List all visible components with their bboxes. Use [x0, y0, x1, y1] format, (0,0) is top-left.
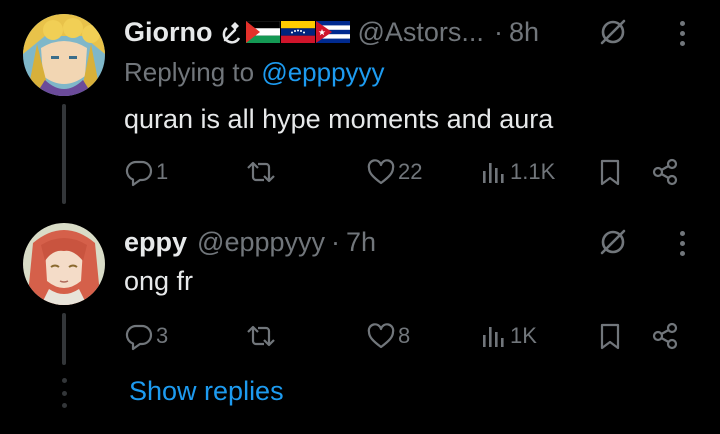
share-icon	[652, 322, 678, 350]
view-count: 1.1K	[510, 159, 556, 184]
post-giorno[interactable]: Giorno @Astors... · 8h Replying to @eppp…	[0, 0, 720, 210]
post-text: quran is all hype moments and aura	[124, 104, 554, 134]
grok-icon[interactable]	[596, 15, 630, 49]
reply-count: 1	[156, 159, 169, 184]
thread-line	[62, 313, 66, 365]
like-button[interactable]: 22	[366, 154, 422, 190]
bookmark-icon	[600, 159, 620, 186]
avatar-giorno-image	[23, 14, 105, 96]
display-name[interactable]: Giorno	[124, 17, 213, 48]
avatar[interactable]	[23, 223, 105, 305]
thread-line	[62, 104, 66, 204]
repost-icon	[247, 161, 275, 183]
timestamp[interactable]: 7h	[346, 227, 376, 258]
repost-button[interactable]	[244, 318, 280, 354]
venezuela-flag-icon	[280, 21, 315, 43]
repost-button[interactable]	[244, 154, 280, 190]
views-button[interactable]: 1K	[480, 318, 537, 354]
post-eppy[interactable]: eppy @epppyyy · 7h ong fr 3 8 1K	[0, 210, 720, 370]
user-handle[interactable]: @Astors...	[358, 17, 484, 48]
timestamp[interactable]: 8h	[509, 17, 539, 48]
reply-button[interactable]: 1	[124, 154, 168, 190]
post-text: ong fr	[124, 266, 194, 296]
like-count: 22	[398, 159, 423, 184]
share-icon	[652, 158, 678, 186]
post-actions: 3 8 1K	[124, 318, 684, 354]
cuba-flag-icon	[315, 21, 350, 43]
heart-icon	[367, 159, 395, 185]
reply-icon	[125, 160, 153, 187]
share-button[interactable]	[650, 154, 680, 190]
name-emoji-flags	[221, 20, 350, 44]
views-button[interactable]: 1.1K	[480, 154, 555, 190]
post-header: eppy @epppyyy · 7h	[124, 222, 720, 262]
more-options-icon[interactable]	[672, 16, 692, 50]
analytics-icon	[483, 163, 504, 183]
analytics-icon	[483, 327, 504, 347]
hammer-sickle-icon	[222, 22, 240, 44]
user-handle[interactable]: @epppyyy	[197, 227, 325, 258]
bookmark-button[interactable]	[596, 318, 624, 354]
reply-button[interactable]: 3	[124, 318, 168, 354]
avatar[interactable]	[23, 14, 105, 96]
dot-separator: ·	[493, 16, 503, 47]
heart-icon	[367, 323, 395, 349]
bookmark-button[interactable]	[596, 154, 624, 190]
repost-icon	[247, 325, 275, 347]
show-replies-link[interactable]: Show replies	[129, 376, 284, 407]
replying-to-mention[interactable]: @epppyyy	[261, 57, 384, 87]
bookmark-icon	[600, 323, 620, 350]
post-actions: 1 22 1.1K	[124, 154, 684, 190]
replying-to-line: Replying to @epppyyy	[124, 57, 385, 88]
dot-separator: ·	[331, 226, 341, 257]
like-button[interactable]: 8	[366, 318, 410, 354]
reply-icon	[125, 324, 153, 351]
more-options-icon[interactable]	[672, 226, 692, 260]
post-header: Giorno @Astors... · 8h	[124, 12, 720, 52]
display-name[interactable]: eppy	[124, 227, 187, 258]
view-count: 1K	[510, 323, 537, 348]
replying-to-label: Replying to	[124, 57, 255, 87]
thread-continuation-dots	[60, 378, 68, 408]
grok-icon[interactable]	[596, 225, 630, 259]
reply-count: 3	[156, 323, 169, 348]
palestine-flag-icon	[245, 21, 280, 43]
avatar-eppy-image	[23, 223, 105, 305]
like-count: 8	[398, 323, 411, 348]
share-button[interactable]	[650, 318, 680, 354]
